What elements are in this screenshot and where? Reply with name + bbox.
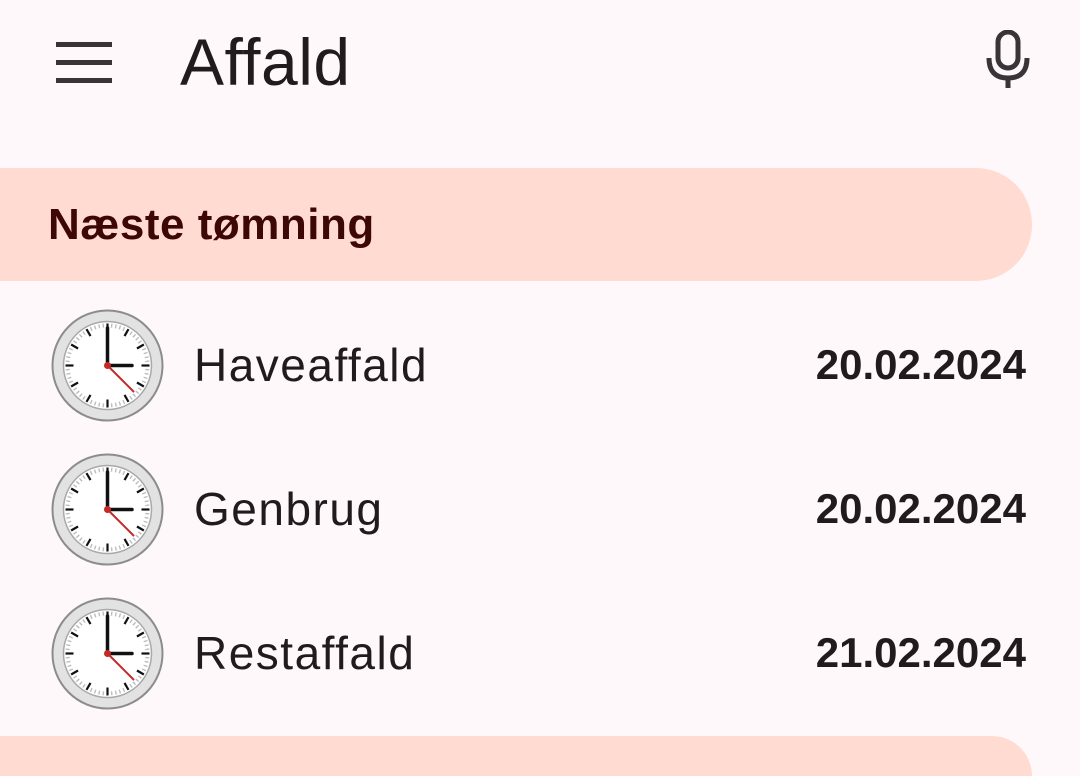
section-title: Næste tømning — [48, 200, 375, 250]
clock-icon — [51, 453, 164, 566]
list-item[interactable]: Haveaffald 20.02.2024 — [0, 293, 1080, 437]
clock-icon — [51, 597, 164, 710]
menu-button[interactable] — [40, 22, 128, 102]
next-section-header — [0, 736, 1032, 776]
menu-icon — [54, 40, 114, 84]
item-date: 20.02.2024 — [816, 473, 1026, 545]
item-label: Restaffald — [194, 617, 415, 689]
item-date: 21.02.2024 — [816, 617, 1026, 689]
top-app-bar: Affald — [0, 0, 1080, 125]
voice-search-button[interactable] — [968, 20, 1048, 100]
microphone-icon — [984, 30, 1032, 90]
list-item[interactable]: Restaffald 21.02.2024 — [0, 581, 1080, 725]
item-label: Genbrug — [194, 473, 384, 545]
app-title: Affald — [180, 22, 351, 102]
list-item[interactable]: Genbrug 20.02.2024 — [0, 437, 1080, 581]
item-label: Haveaffald — [194, 329, 428, 401]
item-date: 20.02.2024 — [816, 329, 1026, 401]
clock-icon — [51, 309, 164, 422]
section-header-next-collection: Næste tømning — [0, 168, 1032, 281]
